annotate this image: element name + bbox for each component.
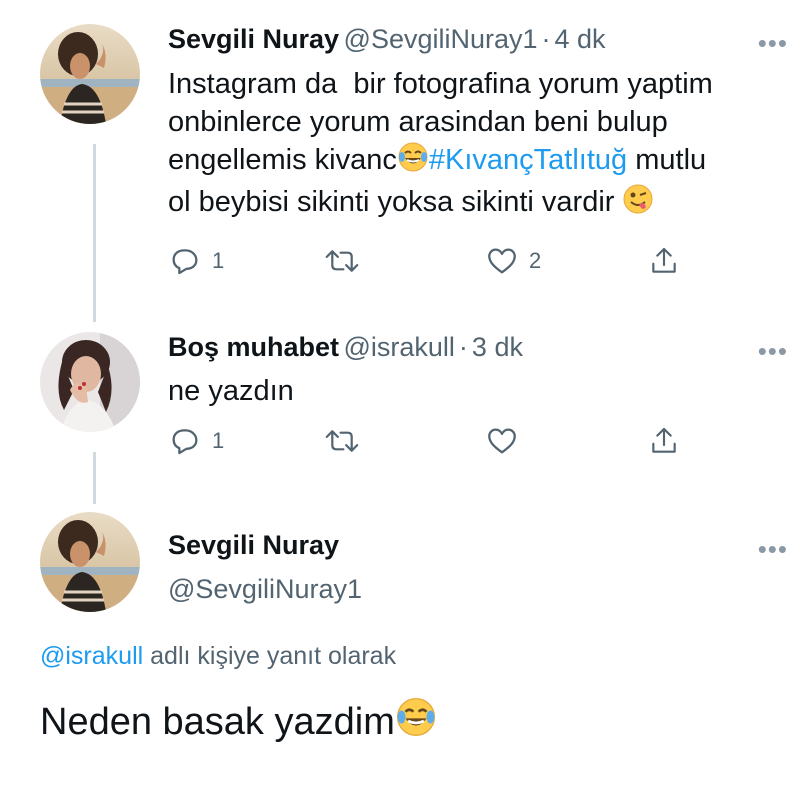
tweet-2-retweet-button[interactable] bbox=[324, 424, 370, 458]
avatar-bos-muhabet[interactable] bbox=[40, 332, 140, 432]
thread-line-1 bbox=[93, 144, 96, 322]
tweet-1-line-1: Instagram da bir fotografina yorum yapti… bbox=[168, 68, 713, 100]
reply-to-suffix: adlı kişiye yanıt olarak bbox=[143, 642, 397, 670]
tweet-2-body: ne yazdın bbox=[168, 375, 294, 407]
tweet-2-share-button[interactable] bbox=[648, 424, 680, 458]
heart-icon bbox=[488, 248, 516, 274]
tweet-1-line-3: engellemis kivanc #KıvançTatlıtuğ mutlu bbox=[168, 141, 788, 183]
tweet-3-text: Neden basak yazdim bbox=[40, 701, 395, 743]
tweet-3-more-options-icon[interactable]: ••• bbox=[758, 534, 788, 565]
face-with-tears-of-joy-icon bbox=[395, 696, 437, 748]
reply-to-handle-link[interactable]: @israkull bbox=[40, 642, 143, 670]
tweet-3-handle[interactable]: @SevgiliNuray1 bbox=[168, 574, 362, 605]
retweet-icon bbox=[325, 430, 359, 452]
tweet-1-like-button[interactable]: 2 bbox=[485, 244, 541, 278]
tweet-1-like-count: 2 bbox=[529, 248, 542, 273]
tweet-2-header: Boş muhabet @israkull · 3 dk bbox=[168, 332, 523, 363]
share-icon bbox=[652, 427, 676, 453]
tweet-1-reply-count: 1 bbox=[212, 248, 225, 273]
tweet-1-line-4: ol beybisi sikinti yoksa sikinti vardir bbox=[168, 183, 788, 225]
tweet-1-line-3-suffix: mutlu bbox=[627, 144, 707, 176]
tweet-2-like-button[interactable] bbox=[485, 424, 529, 458]
hashtag-link[interactable]: #KıvançTatlıtuğ bbox=[429, 144, 627, 176]
tweet-3-display-name[interactable]: Sevgili Nuray bbox=[168, 530, 339, 561]
tweet-3-reply-context: @israkull adlı kişiye yanıt olarak bbox=[40, 642, 396, 671]
reply-icon bbox=[172, 249, 198, 275]
tweet-1-line-4-text: ol beybisi sikinti yoksa sikinti vardir bbox=[168, 186, 623, 218]
retweet-icon bbox=[325, 250, 359, 272]
tweet-2-handle[interactable]: @israkull bbox=[343, 332, 454, 362]
avatar-sevgili-nuray[interactable] bbox=[40, 24, 140, 124]
tweet-2-actions: 1 bbox=[168, 424, 688, 464]
tweet-1-body: Instagram da bir fotografina yorum yapti… bbox=[168, 65, 788, 225]
heart-icon bbox=[488, 428, 516, 454]
avatar-sevgili-nuray-focused[interactable] bbox=[40, 512, 140, 612]
tweet-1-actions: 1 2 bbox=[168, 244, 688, 284]
tweet-2-reply-button[interactable]: 1 bbox=[168, 424, 224, 458]
tweet-1-display-name[interactable]: Sevgili Nuray bbox=[168, 24, 339, 54]
tweet-1-line-3-text: engellemis kivanc bbox=[168, 144, 397, 176]
tweet-3-body: Neden basak yazdim bbox=[40, 696, 437, 748]
face-with-tears-of-joy-icon bbox=[397, 141, 429, 183]
tweet-2-more-options-icon[interactable]: ••• bbox=[758, 336, 788, 367]
tweet-1-handle[interactable]: @SevgiliNuray1 bbox=[344, 24, 538, 54]
tweet-1-share-button[interactable] bbox=[648, 244, 680, 278]
tweet-1-timestamp[interactable]: 4 dk bbox=[555, 24, 606, 54]
tweet-2-timestamp[interactable]: 3 dk bbox=[472, 332, 523, 362]
tweet-2-separator: · bbox=[458, 332, 468, 362]
tweet-1-more-options-icon[interactable]: ••• bbox=[758, 28, 788, 59]
share-icon bbox=[652, 247, 676, 273]
thread-line-2 bbox=[93, 452, 96, 504]
tweet-1-reply-button[interactable]: 1 bbox=[168, 244, 224, 278]
tweet-2-reply-count: 1 bbox=[212, 428, 225, 453]
tweet-2-display-name[interactable]: Boş muhabet bbox=[168, 332, 339, 362]
tweet-1-retweet-button[interactable] bbox=[324, 244, 370, 278]
winking-face-with-tongue-icon bbox=[622, 183, 654, 225]
tweet-1-separator: · bbox=[541, 24, 551, 54]
tweet-1-header: Sevgili Nuray @SevgiliNuray1 · 4 dk bbox=[168, 24, 606, 55]
tweet-1-line-2: onbinlerce yorum arasindan beni bulup bbox=[168, 106, 668, 138]
reply-icon bbox=[172, 429, 198, 455]
